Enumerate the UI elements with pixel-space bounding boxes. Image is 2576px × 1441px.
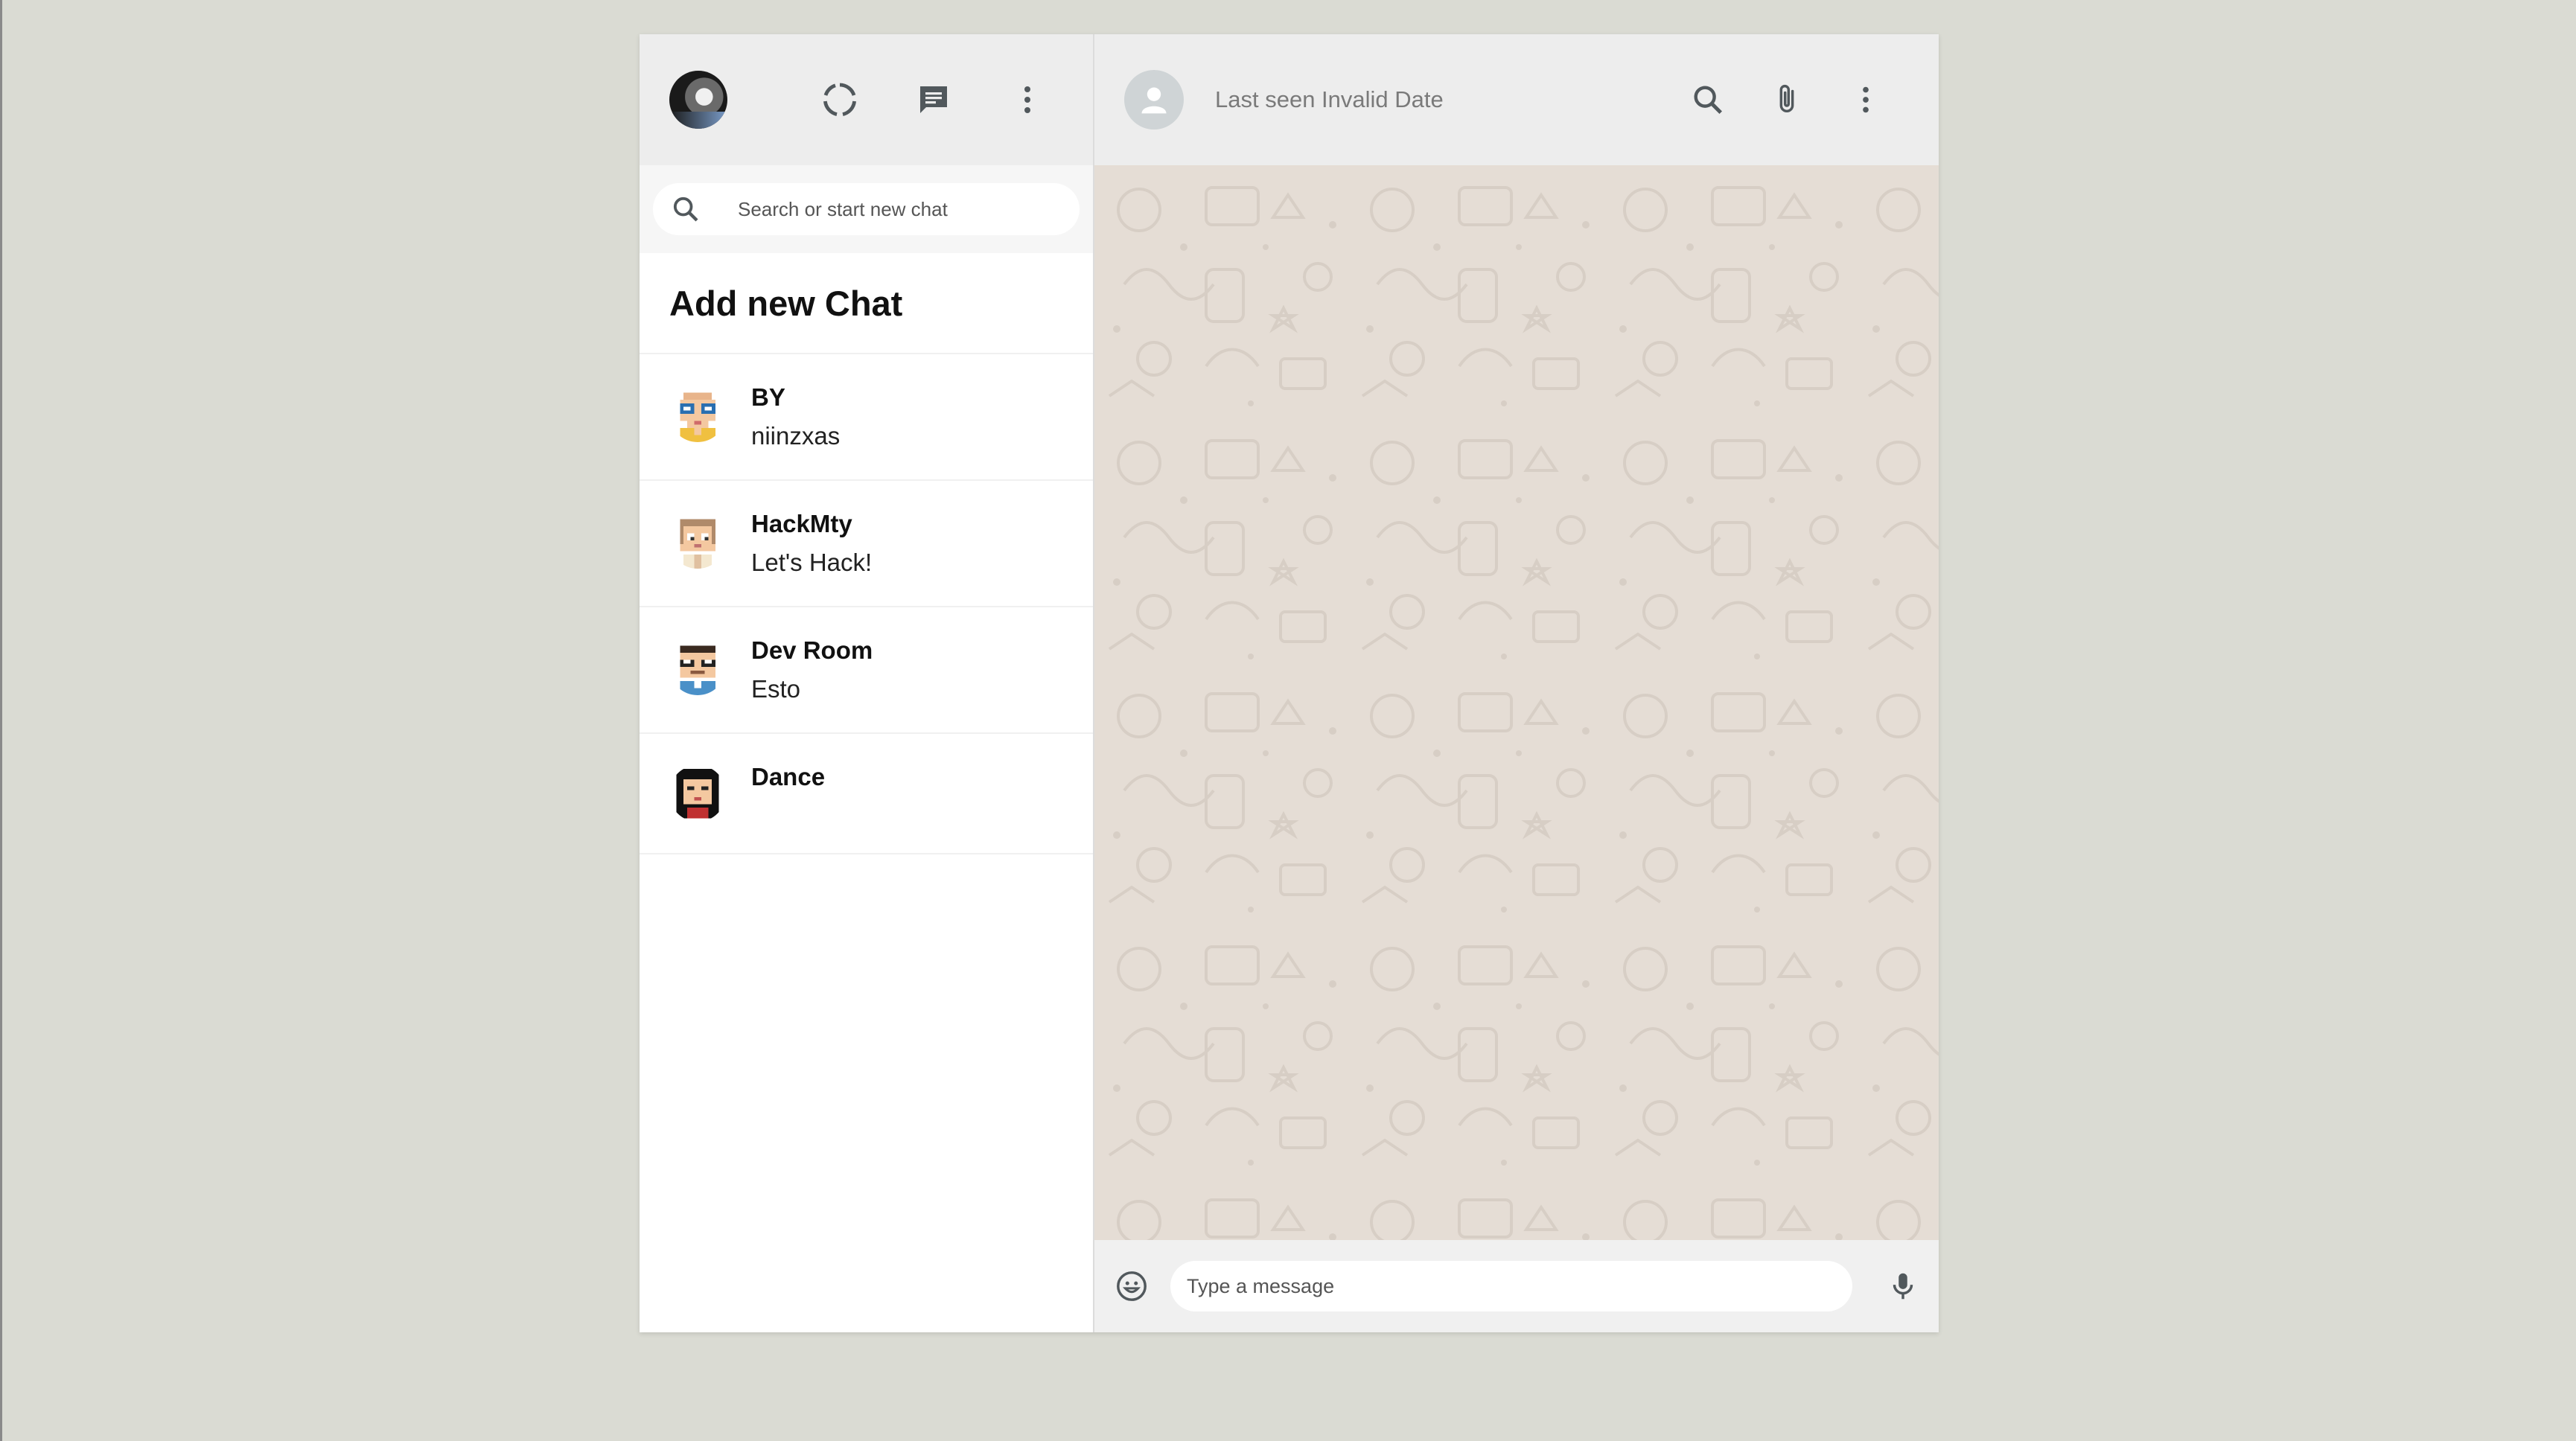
chat-last-message: Esto: [751, 675, 801, 703]
add-new-chat-button[interactable]: Add new Chat: [640, 253, 1093, 354]
search-bar: [640, 165, 1093, 253]
chat-list-item[interactable]: BY niinzxas: [640, 354, 1093, 481]
avatar: [669, 639, 726, 695]
composer-bar: [1094, 1240, 1939, 1332]
new-chat-button[interactable]: [913, 79, 954, 121]
contact-avatar[interactable]: [1124, 70, 1184, 130]
sidebar-header: [640, 34, 1093, 165]
voice-record-button[interactable]: [1882, 1265, 1924, 1307]
sidebar: Add new Chat BY: [640, 34, 1094, 1332]
emoji-icon: [1117, 1271, 1147, 1301]
chat-list-item[interactable]: Dance: [640, 734, 1093, 854]
menu-dots-icon: [1863, 86, 1869, 113]
sidebar-menu-button[interactable]: [1007, 79, 1048, 121]
search-icon: [1694, 86, 1723, 115]
default-user-icon: [1141, 87, 1167, 114]
window-edge: [0, 0, 2, 1441]
avatar: [669, 386, 726, 442]
chat-name: Dev Room: [751, 636, 873, 664]
avatar: [669, 765, 726, 822]
chat-last-message: Let's Hack!: [751, 549, 873, 576]
search-box[interactable]: [653, 183, 1080, 235]
conversation-header: Last seen Invalid Date: [1094, 34, 1939, 165]
menu-dots-icon: [1024, 86, 1030, 113]
user-avatar[interactable]: [669, 71, 727, 129]
conversation-menu-button[interactable]: [1845, 79, 1887, 121]
chat-last-message: niinzxas: [751, 422, 841, 450]
microphone-icon: [1893, 1273, 1913, 1300]
avatar: [669, 512, 726, 569]
last-seen-text: Last seen Invalid Date: [1215, 86, 1444, 112]
attach-icon: [1779, 84, 1794, 112]
chat-name: HackMty: [751, 510, 852, 537]
status-button[interactable]: [819, 79, 861, 121]
doodle-wallpaper: [1094, 165, 1939, 1240]
search-input[interactable]: [736, 196, 1062, 222]
message-input[interactable]: [1185, 1274, 1837, 1299]
chat-list: BY niinzxas HackMty Let's Hack! Dev Room…: [640, 354, 1093, 854]
chat-list-item[interactable]: HackMty Let's Hack!: [640, 481, 1093, 607]
attach-button[interactable]: [1766, 79, 1808, 121]
chat-list-item[interactable]: Dev Room Esto: [640, 607, 1093, 734]
search-messages-button[interactable]: [1687, 79, 1729, 121]
message-area: [1094, 165, 1939, 1240]
status-icon: [823, 83, 856, 116]
message-input-wrapper[interactable]: [1170, 1261, 1852, 1311]
conversation-panel: Last seen Invalid Date: [1094, 34, 1939, 1332]
chat-app: Add new Chat BY: [640, 34, 1939, 1332]
chat-icon: [920, 86, 947, 113]
chat-name: BY: [751, 383, 785, 411]
search-icon: [673, 196, 698, 222]
chat-name: Dance: [751, 763, 826, 790]
emoji-button[interactable]: [1111, 1265, 1152, 1307]
